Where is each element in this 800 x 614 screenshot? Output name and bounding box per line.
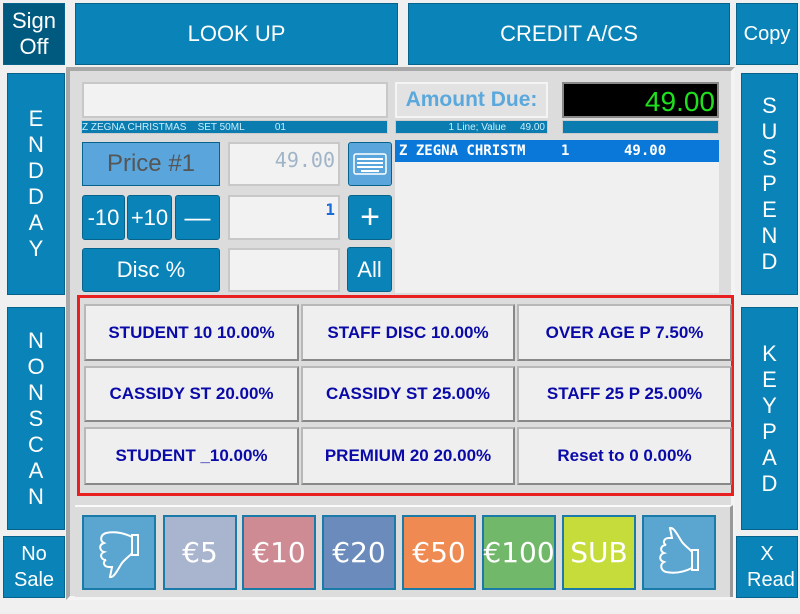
all-button[interactable]: All [347,247,392,292]
keypad-button[interactable]: KEYPAD [741,307,798,530]
scan-input[interactable] [82,82,388,118]
keypad-label: KEYPAD [761,340,778,496]
tender-button[interactable]: SUB [562,515,636,590]
look-up-button[interactable]: LOOK UP [75,3,398,65]
x-read-label: X Read [747,543,795,591]
price-level-button[interactable]: Price #1 [82,142,220,186]
quantity-field[interactable]: 1 [228,195,340,240]
minus-button[interactable]: — [175,195,220,240]
discount-button[interactable]: STAFF 25 P 25.00% [517,366,732,422]
accept-button[interactable] [642,515,716,590]
end-day-label: END DAY [28,106,44,261]
thumbs-up-icon [659,526,699,574]
plus-button[interactable]: + [348,195,392,240]
discount-button[interactable]: CASSIDY ST 25.00% [301,366,515,422]
non-scan-button[interactable]: NON SCAN [7,307,65,530]
keyboard-button[interactable] [348,142,392,186]
sign-off-label: Sign Off [11,8,57,59]
list-item[interactable]: Z ZEGNA CHRISTM 1 49.00 [395,140,719,162]
credit-accounts-button[interactable]: CREDIT A/CS [408,3,730,65]
tender-button[interactable]: €5 [163,515,237,590]
discount-button[interactable]: PREMIUM 20 20.00% [301,427,515,485]
discount-button[interactable]: Reset to 0 0.00% [517,427,732,485]
tender-button[interactable]: €10 [242,515,316,590]
amount-due-label: Amount Due: [395,82,548,118]
discount-button[interactable]: CASSIDY ST 20.00% [84,366,299,422]
suspend-button[interactable]: SUSPEND [741,73,798,295]
thumbs-down-icon [99,531,139,579]
tender-button[interactable]: €100 [482,515,556,590]
minus-10-button[interactable]: -10 [82,195,125,240]
keyboard-icon [353,153,387,175]
price-field[interactable]: 49.00 [228,142,340,186]
discount-button[interactable]: STUDENT _10.00% [84,427,299,485]
line-qty: 1 [561,143,570,159]
tender-button[interactable]: €50 [402,515,476,590]
item-info-bar: Z ZEGNA CHRISTMAS SET 50ML 01 [81,120,388,134]
line-price: 49.00 [624,143,667,159]
no-sale-label: No Sale [14,543,55,591]
no-sale-button[interactable]: No Sale [3,536,65,598]
copy-button[interactable]: Copy [736,3,798,65]
sign-off-button[interactable]: Sign Off [3,3,65,65]
tender-button[interactable]: €20 [322,515,396,590]
line-description: Z ZEGNA CHRISTM [399,143,526,159]
non-scan-label: NON SCAN [27,327,45,509]
discount-percent-button[interactable]: Disc % [82,248,220,292]
summary-bar: 1 Line; Value 49.00 [395,120,548,134]
discount-button[interactable]: OVER AGE P 7.50% [517,304,732,361]
status-bar [562,120,719,134]
x-read-button[interactable]: X Read [736,536,798,598]
plus-10-button[interactable]: +10 [127,195,172,240]
discount-button[interactable]: STUDENT 10 10.00% [84,304,299,361]
discount-button[interactable]: STAFF DISC 10.00% [301,304,515,361]
discount-field[interactable] [228,248,340,292]
sale-lines-list[interactable]: Z ZEGNA CHRISTM 1 49.00 [395,140,719,293]
amount-due-display: 49.00 [562,82,719,118]
reject-button[interactable] [82,515,156,590]
suspend-label: SUSPEND [761,93,778,274]
end-day-button[interactable]: END DAY [7,73,65,295]
